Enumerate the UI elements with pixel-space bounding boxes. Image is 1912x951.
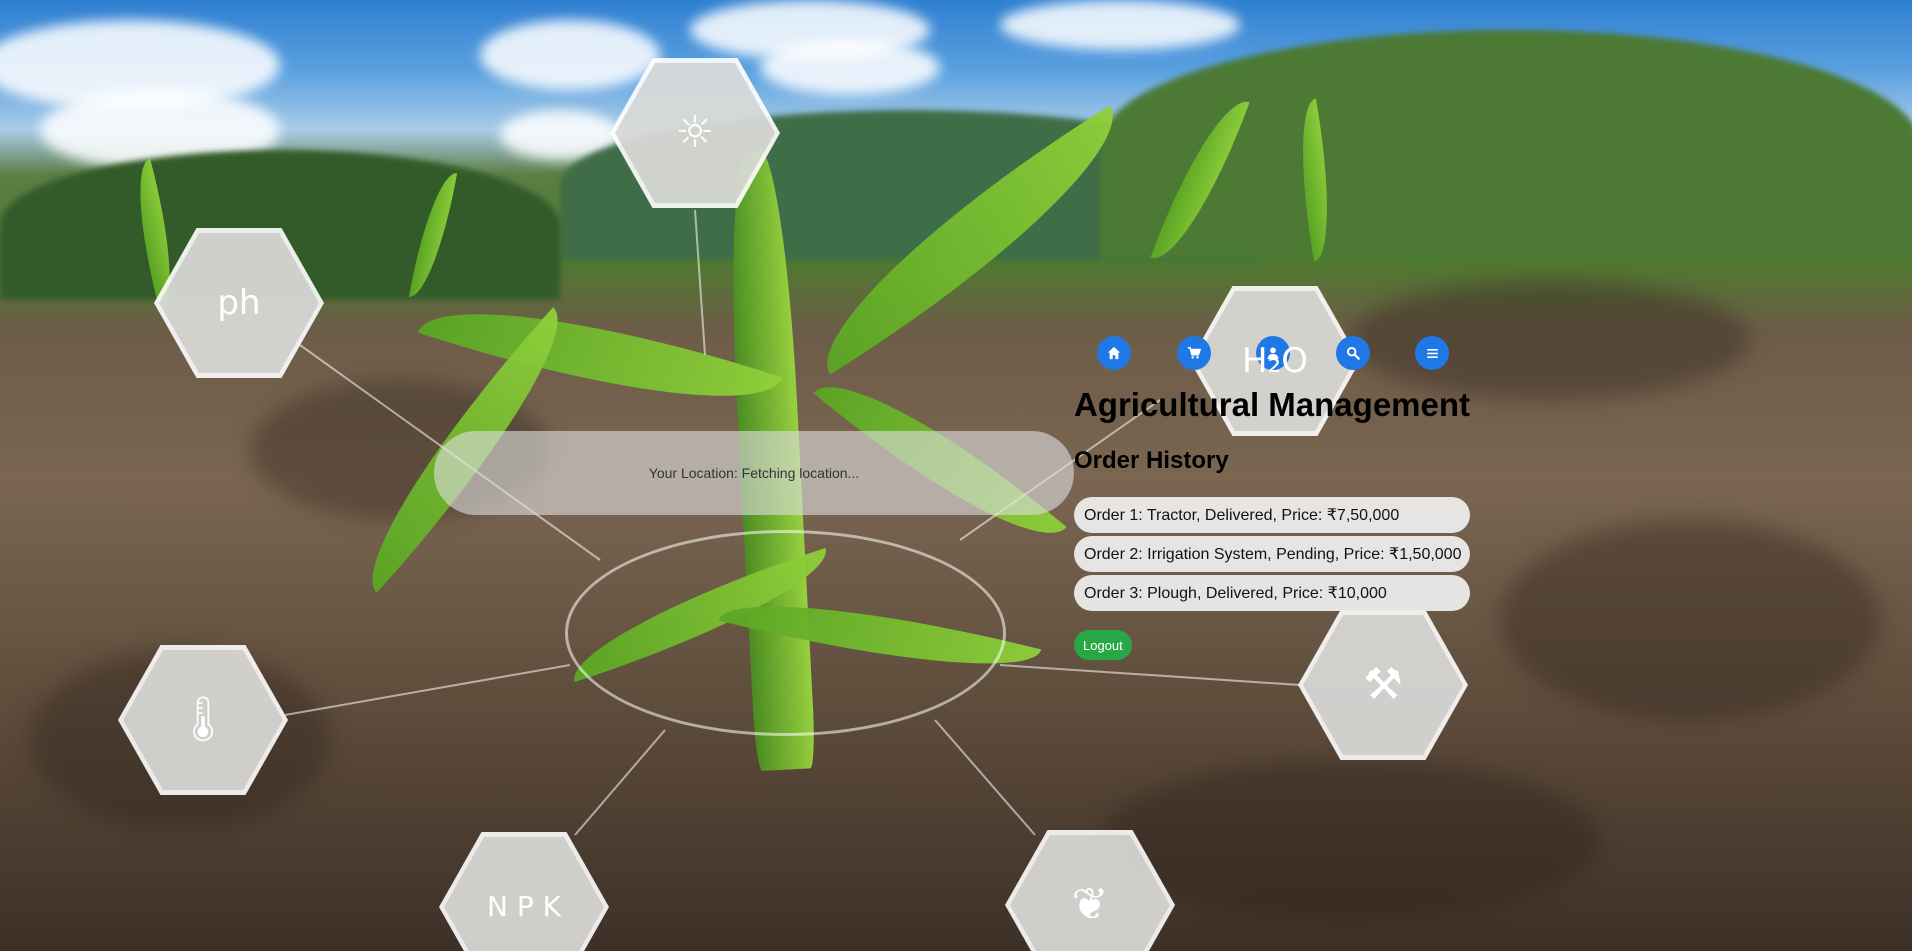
order-list: Order 1: Tractor, Delivered, Price: ₹7,5… — [1074, 497, 1470, 614]
order-item[interactable]: Order 2: Irrigation System, Pending, Pri… — [1074, 536, 1470, 572]
ph-icon: ph — [217, 283, 261, 323]
thermometer-icon: 🌡 — [175, 694, 231, 745]
nav-home-button[interactable] — [1097, 336, 1131, 370]
nav-menu-button[interactable] — [1415, 336, 1449, 370]
order-history-title: Order History — [1074, 447, 1229, 474]
order-item[interactable]: Order 1: Tractor, Delivered, Price: ₹7,5… — [1074, 497, 1470, 533]
shovel-icon: ⚒ — [1363, 659, 1403, 710]
location-text: Your Location: Fetching location... — [648, 465, 860, 481]
order-item[interactable]: Order 3: Plough, Delivered, Price: ₹10,0… — [1074, 575, 1470, 611]
logout-button[interactable]: Logout — [1074, 630, 1132, 660]
home-icon — [1107, 346, 1121, 360]
menu-icon — [1426, 348, 1438, 358]
npk-icon: N P K — [487, 890, 561, 923]
location-bar: Your Location: Fetching location... — [434, 431, 1074, 515]
h2o-icon: H₂O — [1242, 341, 1308, 381]
sun-icon: ☼ — [675, 107, 715, 158]
leaf-icon: ❦ — [1071, 879, 1109, 930]
